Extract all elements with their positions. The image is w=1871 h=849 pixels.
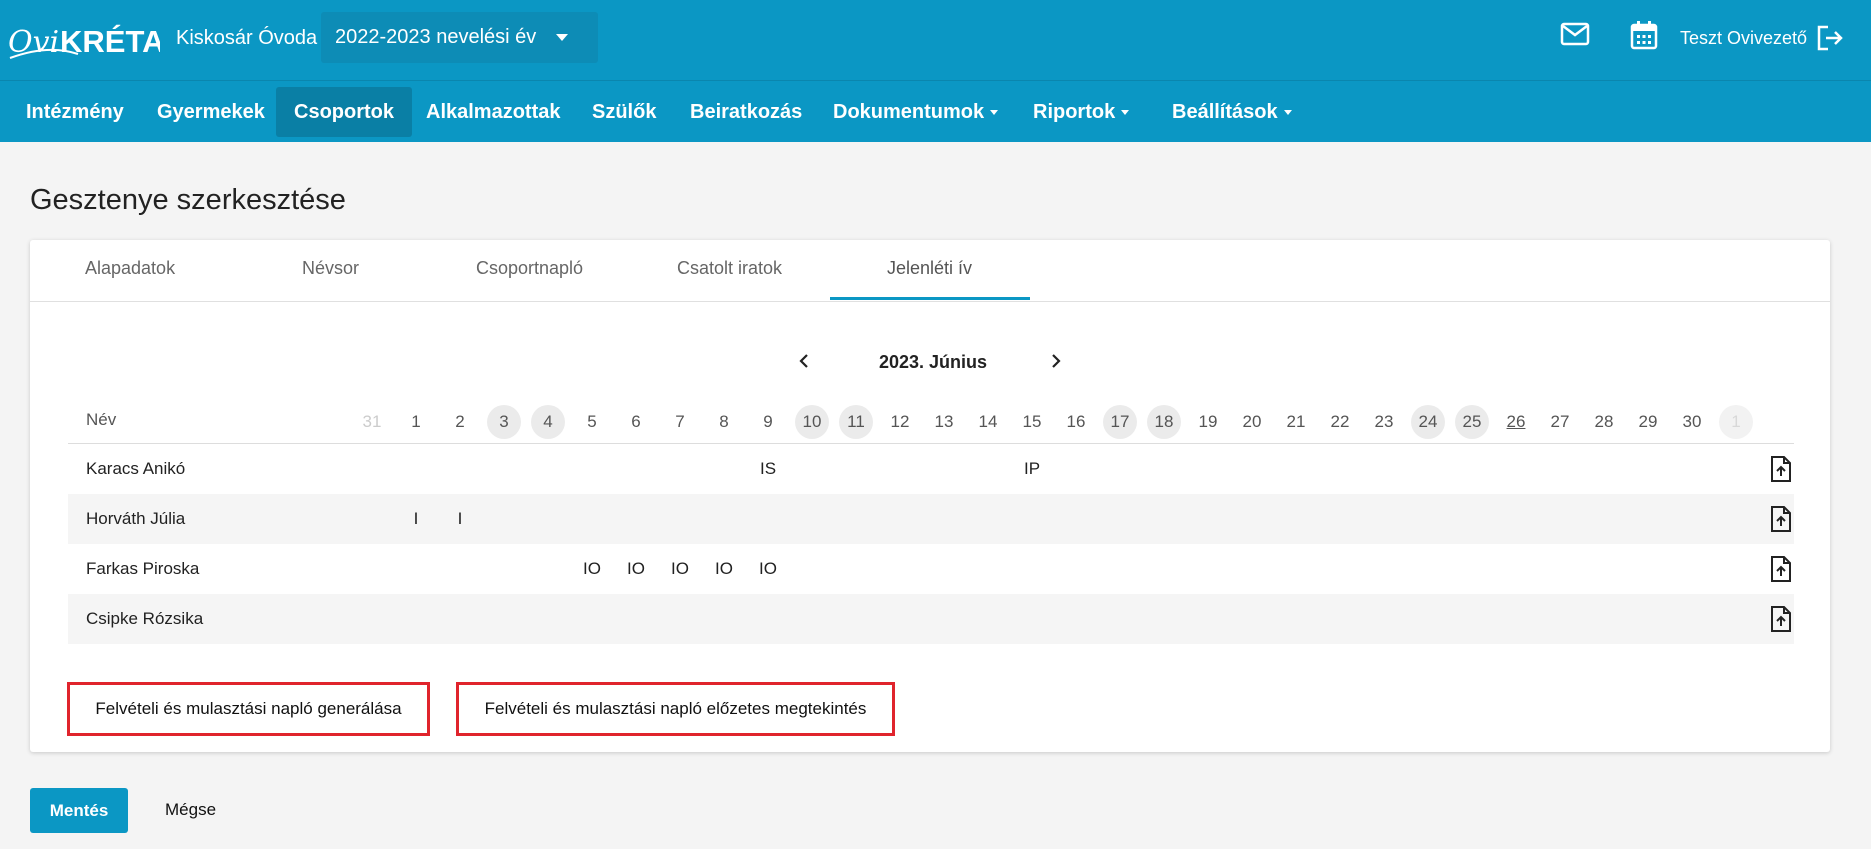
- day-header: 29: [1638, 412, 1658, 431]
- child-name: Farkas Piroska: [86, 559, 200, 578]
- nav-item-alkalmazottak[interactable]: Alkalmazottak: [426, 87, 561, 137]
- name-column-header: Név: [86, 410, 117, 429]
- day-header: 12: [890, 412, 910, 431]
- day-header: 18: [1147, 405, 1181, 439]
- day-header: 10: [795, 405, 829, 439]
- day-header: 11: [839, 405, 873, 439]
- attendance-mark[interactable]: IO: [619, 559, 653, 579]
- day-header: 24: [1411, 405, 1445, 439]
- nav-item-dokumentumok[interactable]: Dokumentumok: [833, 87, 999, 137]
- day-header: 9: [763, 412, 773, 431]
- file-upload-icon[interactable]: [1769, 556, 1793, 582]
- day-header: 7: [675, 412, 685, 431]
- top-header: Ovi KRÉTA Kiskosár Óvoda 2022-2023 nevel…: [0, 0, 1871, 80]
- day-header: 1: [411, 412, 421, 431]
- day-header: 16: [1066, 412, 1086, 431]
- generate-journal-button[interactable]: Felvételi és mulasztási napló generálása: [67, 682, 430, 736]
- day-header-today: 26: [1506, 412, 1526, 431]
- logout-icon[interactable]: [1816, 25, 1844, 51]
- day-header: 19: [1198, 412, 1218, 431]
- tab-jelenleti-iv[interactable]: Jelenléti ív: [887, 258, 972, 279]
- tab-csoportnaplo[interactable]: Csoportnapló: [476, 258, 583, 279]
- chevron-right-icon[interactable]: [1048, 353, 1064, 369]
- day-header: 31: [362, 412, 382, 431]
- table-row: Csipke Rózsika: [68, 594, 1794, 644]
- day-header: 5: [587, 412, 597, 431]
- ovikreta-logo[interactable]: Ovi KRÉTA: [8, 14, 160, 66]
- table-row: Farkas Piroska IO IO IO IO IO: [68, 544, 1794, 594]
- attendance-mark[interactable]: IP: [1015, 459, 1049, 479]
- save-button[interactable]: Mentés: [30, 788, 128, 833]
- preview-journal-button[interactable]: Felvételi és mulasztási napló előzetes m…: [456, 682, 895, 736]
- school-year-value: 2022-2023 nevelési év: [335, 26, 537, 48]
- month-label: 2023. Június: [879, 352, 988, 372]
- nav-item-beallitasok[interactable]: Beállítások: [1172, 87, 1292, 137]
- nav-item-beiratkozas[interactable]: Beiratkozás: [690, 87, 802, 137]
- day-header: 15: [1022, 412, 1042, 431]
- caret-down-icon: [990, 109, 999, 115]
- chevron-left-icon[interactable]: [796, 353, 812, 369]
- main-navigation: Intézmény Gyermekek Csoportok Alkalmazot…: [0, 80, 1871, 142]
- day-header: 6: [631, 412, 641, 431]
- day-header: 25: [1455, 405, 1489, 439]
- chevron-down-icon: [556, 34, 568, 41]
- active-tab-indicator: [830, 297, 1030, 300]
- day-header: 3: [487, 405, 521, 439]
- tab-alapadatok[interactable]: Alapadatok: [85, 258, 175, 279]
- attendance-mark[interactable]: IO: [663, 559, 697, 579]
- day-header: 2: [455, 412, 465, 431]
- table-row: Karacs Anikó IS IP: [68, 444, 1794, 494]
- child-name: Csipke Rózsika: [86, 609, 204, 628]
- page-title: Gesztenye szerkesztése: [30, 184, 346, 216]
- day-header: 4: [531, 405, 565, 439]
- caret-down-icon: [1121, 109, 1130, 115]
- child-name: Horváth Júlia: [86, 509, 186, 528]
- nav-item-riportok[interactable]: Riportok: [1033, 87, 1130, 137]
- day-header: 1: [1719, 405, 1753, 439]
- tab-csatolt-iratok[interactable]: Csatolt iratok: [677, 258, 782, 279]
- tab-nevsor[interactable]: Névsor: [302, 258, 359, 279]
- attendance-mark[interactable]: I: [399, 509, 433, 529]
- attendance-mark[interactable]: IS: [751, 459, 785, 479]
- day-header: 17: [1103, 405, 1137, 439]
- child-name: Karacs Anikó: [86, 459, 186, 478]
- nav-item-intezmeny[interactable]: Intézmény: [26, 87, 124, 137]
- svg-text:Ovi: Ovi: [8, 25, 59, 60]
- attendance-mark[interactable]: I: [443, 509, 477, 529]
- day-header: 13: [934, 412, 954, 431]
- cancel-button[interactable]: Mégse: [165, 800, 216, 820]
- mail-icon[interactable]: [1560, 22, 1590, 46]
- day-header: 20: [1242, 412, 1262, 431]
- nav-item-csoportok[interactable]: Csoportok: [276, 87, 412, 137]
- day-header: 14: [978, 412, 998, 431]
- calendar-icon[interactable]: [1630, 20, 1658, 50]
- table-row: Horváth Júlia I I: [68, 494, 1794, 544]
- school-year-select[interactable]: 2022-2023 nevelési év: [321, 12, 598, 63]
- attendance-mark[interactable]: IO: [575, 559, 609, 579]
- nav-item-gyermekek[interactable]: Gyermekek: [157, 87, 265, 137]
- day-header: 8: [719, 412, 729, 431]
- nav-item-szulok[interactable]: Szülők: [592, 87, 656, 137]
- attendance-mark[interactable]: IO: [751, 559, 785, 579]
- day-header: 30: [1682, 412, 1702, 431]
- day-header: 21: [1286, 412, 1306, 431]
- day-header: 22: [1330, 412, 1350, 431]
- file-upload-icon[interactable]: [1769, 506, 1793, 532]
- group-edit-card: Alapadatok Névsor Csoportnapló Csatolt i…: [30, 240, 1830, 752]
- user-name[interactable]: Teszt Ovivezető: [1680, 28, 1807, 49]
- file-upload-icon[interactable]: [1769, 456, 1793, 482]
- caret-down-icon: [1283, 109, 1292, 115]
- day-header: 27: [1550, 412, 1570, 431]
- tab-bar: Alapadatok Névsor Csoportnapló Csatolt i…: [30, 240, 1830, 302]
- file-upload-icon[interactable]: [1769, 606, 1793, 632]
- day-header: 23: [1374, 412, 1394, 431]
- attendance-mark[interactable]: IO: [707, 559, 741, 579]
- day-header: 28: [1594, 412, 1614, 431]
- school-name: Kiskosár Óvoda: [176, 27, 318, 49]
